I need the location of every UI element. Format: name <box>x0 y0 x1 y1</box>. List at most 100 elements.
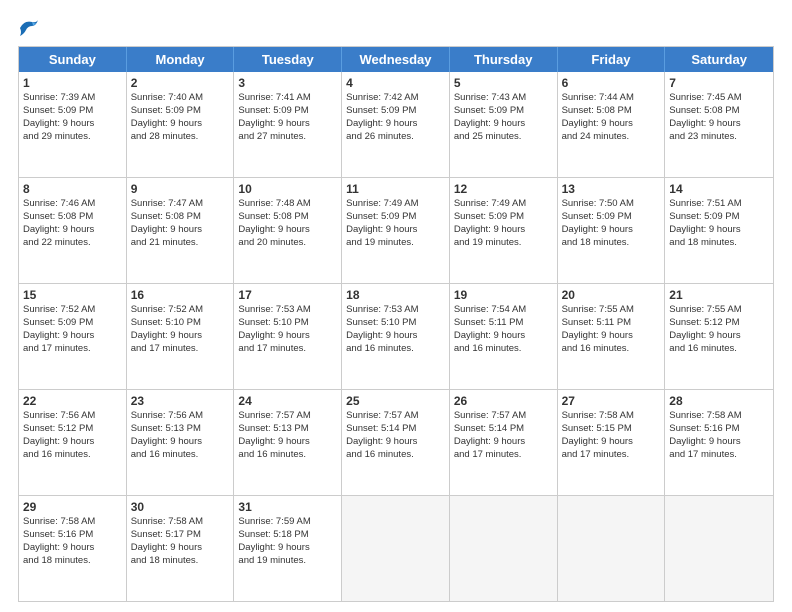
day-number: 4 <box>346 75 445 91</box>
day-number: 12 <box>454 181 553 197</box>
day-info: Sunrise: 7:58 AM Sunset: 5:15 PM Dayligh… <box>562 410 634 459</box>
calendar-row-week-1: 1Sunrise: 7:39 AM Sunset: 5:09 PM Daylig… <box>19 72 773 178</box>
day-cell-4: 4Sunrise: 7:42 AM Sunset: 5:09 PM Daylig… <box>342 72 450 177</box>
day-cell-10: 10Sunrise: 7:48 AM Sunset: 5:08 PM Dayli… <box>234 178 342 283</box>
day-cell-7: 7Sunrise: 7:45 AM Sunset: 5:08 PM Daylig… <box>665 72 773 177</box>
header-day-saturday: Saturday <box>665 47 773 72</box>
day-number: 6 <box>562 75 661 91</box>
day-info: Sunrise: 7:54 AM Sunset: 5:11 PM Dayligh… <box>454 304 526 353</box>
day-number: 1 <box>23 75 122 91</box>
day-cell-29: 29Sunrise: 7:58 AM Sunset: 5:16 PM Dayli… <box>19 496 127 601</box>
day-info: Sunrise: 7:44 AM Sunset: 5:08 PM Dayligh… <box>562 92 634 141</box>
day-cell-12: 12Sunrise: 7:49 AM Sunset: 5:09 PM Dayli… <box>450 178 558 283</box>
day-number: 26 <box>454 393 553 409</box>
day-info: Sunrise: 7:42 AM Sunset: 5:09 PM Dayligh… <box>346 92 418 141</box>
day-number: 13 <box>562 181 661 197</box>
day-number: 30 <box>131 499 230 515</box>
day-cell-24: 24Sunrise: 7:57 AM Sunset: 5:13 PM Dayli… <box>234 390 342 495</box>
day-number: 16 <box>131 287 230 303</box>
day-info: Sunrise: 7:43 AM Sunset: 5:09 PM Dayligh… <box>454 92 526 141</box>
day-number: 24 <box>238 393 337 409</box>
day-info: Sunrise: 7:53 AM Sunset: 5:10 PM Dayligh… <box>346 304 418 353</box>
day-cell-21: 21Sunrise: 7:55 AM Sunset: 5:12 PM Dayli… <box>665 284 773 389</box>
day-cell-5: 5Sunrise: 7:43 AM Sunset: 5:09 PM Daylig… <box>450 72 558 177</box>
day-info: Sunrise: 7:59 AM Sunset: 5:18 PM Dayligh… <box>238 516 310 565</box>
day-info: Sunrise: 7:58 AM Sunset: 5:16 PM Dayligh… <box>23 516 95 565</box>
day-info: Sunrise: 7:46 AM Sunset: 5:08 PM Dayligh… <box>23 198 95 247</box>
calendar-body: 1Sunrise: 7:39 AM Sunset: 5:09 PM Daylig… <box>19 72 773 601</box>
calendar-row-week-3: 15Sunrise: 7:52 AM Sunset: 5:09 PM Dayli… <box>19 284 773 390</box>
day-cell-22: 22Sunrise: 7:56 AM Sunset: 5:12 PM Dayli… <box>19 390 127 495</box>
day-info: Sunrise: 7:48 AM Sunset: 5:08 PM Dayligh… <box>238 198 310 247</box>
day-info: Sunrise: 7:49 AM Sunset: 5:09 PM Dayligh… <box>346 198 418 247</box>
day-cell-17: 17Sunrise: 7:53 AM Sunset: 5:10 PM Dayli… <box>234 284 342 389</box>
day-info: Sunrise: 7:55 AM Sunset: 5:11 PM Dayligh… <box>562 304 634 353</box>
day-info: Sunrise: 7:49 AM Sunset: 5:09 PM Dayligh… <box>454 198 526 247</box>
day-info: Sunrise: 7:52 AM Sunset: 5:09 PM Dayligh… <box>23 304 95 353</box>
day-info: Sunrise: 7:57 AM Sunset: 5:13 PM Dayligh… <box>238 410 310 459</box>
day-info: Sunrise: 7:47 AM Sunset: 5:08 PM Dayligh… <box>131 198 203 247</box>
day-number: 18 <box>346 287 445 303</box>
day-info: Sunrise: 7:58 AM Sunset: 5:16 PM Dayligh… <box>669 410 741 459</box>
day-number: 9 <box>131 181 230 197</box>
day-number: 7 <box>669 75 769 91</box>
day-cell-23: 23Sunrise: 7:56 AM Sunset: 5:13 PM Dayli… <box>127 390 235 495</box>
logo-bird-icon <box>18 18 40 38</box>
day-number: 25 <box>346 393 445 409</box>
day-number: 10 <box>238 181 337 197</box>
day-number: 20 <box>562 287 661 303</box>
day-info: Sunrise: 7:40 AM Sunset: 5:09 PM Dayligh… <box>131 92 203 141</box>
day-info: Sunrise: 7:51 AM Sunset: 5:09 PM Dayligh… <box>669 198 741 247</box>
header-day-tuesday: Tuesday <box>234 47 342 72</box>
header-day-monday: Monday <box>127 47 235 72</box>
day-number: 23 <box>131 393 230 409</box>
day-number: 15 <box>23 287 122 303</box>
empty-cell <box>558 496 666 601</box>
header-day-thursday: Thursday <box>450 47 558 72</box>
day-info: Sunrise: 7:56 AM Sunset: 5:12 PM Dayligh… <box>23 410 95 459</box>
day-number: 27 <box>562 393 661 409</box>
day-cell-15: 15Sunrise: 7:52 AM Sunset: 5:09 PM Dayli… <box>19 284 127 389</box>
day-cell-8: 8Sunrise: 7:46 AM Sunset: 5:08 PM Daylig… <box>19 178 127 283</box>
empty-cell <box>665 496 773 601</box>
header-day-wednesday: Wednesday <box>342 47 450 72</box>
day-number: 19 <box>454 287 553 303</box>
day-cell-16: 16Sunrise: 7:52 AM Sunset: 5:10 PM Dayli… <box>127 284 235 389</box>
day-cell-28: 28Sunrise: 7:58 AM Sunset: 5:16 PM Dayli… <box>665 390 773 495</box>
day-number: 3 <box>238 75 337 91</box>
day-number: 14 <box>669 181 769 197</box>
day-cell-1: 1Sunrise: 7:39 AM Sunset: 5:09 PM Daylig… <box>19 72 127 177</box>
day-info: Sunrise: 7:58 AM Sunset: 5:17 PM Dayligh… <box>131 516 203 565</box>
day-info: Sunrise: 7:50 AM Sunset: 5:09 PM Dayligh… <box>562 198 634 247</box>
day-cell-11: 11Sunrise: 7:49 AM Sunset: 5:09 PM Dayli… <box>342 178 450 283</box>
calendar-row-week-4: 22Sunrise: 7:56 AM Sunset: 5:12 PM Dayli… <box>19 390 773 496</box>
calendar-header: SundayMondayTuesdayWednesdayThursdayFrid… <box>19 47 773 72</box>
day-number: 5 <box>454 75 553 91</box>
day-number: 29 <box>23 499 122 515</box>
empty-cell <box>342 496 450 601</box>
empty-cell <box>450 496 558 601</box>
day-cell-26: 26Sunrise: 7:57 AM Sunset: 5:14 PM Dayli… <box>450 390 558 495</box>
day-info: Sunrise: 7:57 AM Sunset: 5:14 PM Dayligh… <box>346 410 418 459</box>
calendar: SundayMondayTuesdayWednesdayThursdayFrid… <box>18 46 774 602</box>
day-info: Sunrise: 7:45 AM Sunset: 5:08 PM Dayligh… <box>669 92 741 141</box>
day-info: Sunrise: 7:39 AM Sunset: 5:09 PM Dayligh… <box>23 92 95 141</box>
day-cell-9: 9Sunrise: 7:47 AM Sunset: 5:08 PM Daylig… <box>127 178 235 283</box>
day-info: Sunrise: 7:55 AM Sunset: 5:12 PM Dayligh… <box>669 304 741 353</box>
calendar-row-week-5: 29Sunrise: 7:58 AM Sunset: 5:16 PM Dayli… <box>19 496 773 601</box>
calendar-row-week-2: 8Sunrise: 7:46 AM Sunset: 5:08 PM Daylig… <box>19 178 773 284</box>
day-number: 17 <box>238 287 337 303</box>
day-info: Sunrise: 7:41 AM Sunset: 5:09 PM Dayligh… <box>238 92 310 141</box>
day-number: 31 <box>238 499 337 515</box>
day-cell-31: 31Sunrise: 7:59 AM Sunset: 5:18 PM Dayli… <box>234 496 342 601</box>
day-cell-2: 2Sunrise: 7:40 AM Sunset: 5:09 PM Daylig… <box>127 72 235 177</box>
day-cell-14: 14Sunrise: 7:51 AM Sunset: 5:09 PM Dayli… <box>665 178 773 283</box>
day-number: 2 <box>131 75 230 91</box>
page: SundayMondayTuesdayWednesdayThursdayFrid… <box>0 0 792 612</box>
header-day-friday: Friday <box>558 47 666 72</box>
day-info: Sunrise: 7:53 AM Sunset: 5:10 PM Dayligh… <box>238 304 310 353</box>
day-cell-27: 27Sunrise: 7:58 AM Sunset: 5:15 PM Dayli… <box>558 390 666 495</box>
day-number: 11 <box>346 181 445 197</box>
day-cell-6: 6Sunrise: 7:44 AM Sunset: 5:08 PM Daylig… <box>558 72 666 177</box>
day-number: 8 <box>23 181 122 197</box>
